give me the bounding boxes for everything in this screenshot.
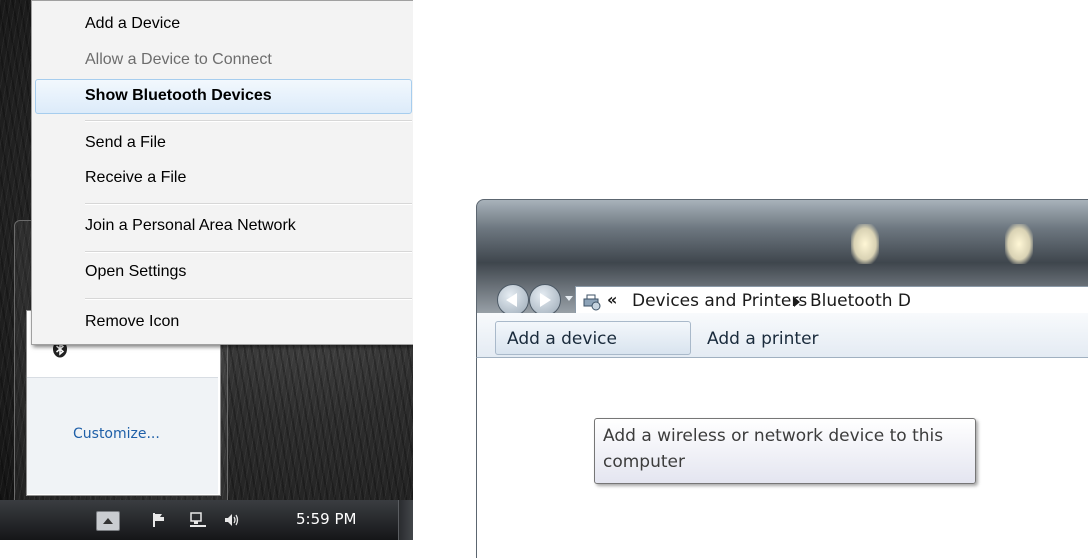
menu-item-receive-a-file[interactable]: Receive a File xyxy=(85,169,186,187)
devices-and-printers-icon xyxy=(583,294,601,311)
blurred-desktop-icon xyxy=(1005,224,1033,264)
taskbar: 5:59 PM xyxy=(0,500,413,540)
volume-icon[interactable] xyxy=(222,511,242,529)
tooltip-text: Add a wireless or network device to this… xyxy=(603,426,944,472)
add-device-tooltip: Add a wireless or network device to this… xyxy=(594,418,976,484)
forward-button[interactable] xyxy=(529,284,561,314)
show-hidden-icons-icon[interactable] xyxy=(96,511,120,531)
menu-separator xyxy=(85,120,412,122)
menu-separator xyxy=(85,251,412,253)
back-button[interactable] xyxy=(497,284,529,314)
menu-item-allow-a-device-to-connect[interactable]: Allow a Device to Connect xyxy=(85,51,272,69)
taskbar-clock[interactable]: 5:59 PM xyxy=(296,510,356,528)
desktop-area: Customize... 5:59 PM Add a Device Allow … xyxy=(0,0,413,540)
breadcrumb-item-bluetooth-devices[interactable]: Bluetooth D xyxy=(810,291,911,311)
blurred-desktop-icon xyxy=(851,224,879,264)
network-icon[interactable] xyxy=(188,511,208,529)
bluetooth-context-menu: Add a Device Allow a Device to Connect S… xyxy=(31,0,413,345)
address-bar[interactable]: « Devices and Printers Bluetooth D xyxy=(575,286,1088,314)
menu-separator xyxy=(85,298,412,300)
recent-pages-dropdown-icon[interactable] xyxy=(565,296,573,301)
forward-arrow-icon xyxy=(540,293,551,307)
back-arrow-icon xyxy=(506,293,517,307)
flyout-footer: Customize... xyxy=(27,378,218,494)
breadcrumb-item-devices-and-printers[interactable]: Devices and Printers xyxy=(632,291,807,311)
menu-item-show-bluetooth-devices[interactable]: Show Bluetooth Devices xyxy=(85,87,272,105)
command-bar: Add a device Add a printer xyxy=(476,313,1088,358)
menu-item-remove-icon[interactable]: Remove Icon xyxy=(85,313,179,331)
add-a-printer-button[interactable]: Add a printer xyxy=(707,329,819,349)
window-title-bar: « Devices and Printers Bluetooth D xyxy=(476,199,1088,315)
menu-item-send-a-file[interactable]: Send a File xyxy=(85,134,166,152)
add-a-device-label[interactable]: Add a device xyxy=(507,329,617,349)
breadcrumb-overflow[interactable]: « xyxy=(607,290,617,309)
customize-link[interactable]: Customize... xyxy=(73,426,160,442)
menu-separator xyxy=(85,203,412,205)
breadcrumb-separator-icon[interactable] xyxy=(794,297,800,307)
action-center-flag-icon[interactable] xyxy=(150,511,170,529)
menu-item-join-a-personal-area-network[interactable]: Join a Personal Area Network xyxy=(85,217,296,235)
menu-item-open-settings[interactable]: Open Settings xyxy=(85,263,186,281)
menu-item-add-a-device[interactable]: Add a Device xyxy=(85,15,180,33)
show-desktop-button[interactable] xyxy=(398,500,413,540)
devices-and-printers-window: « Devices and Printers Bluetooth D Add a… xyxy=(476,199,1088,558)
